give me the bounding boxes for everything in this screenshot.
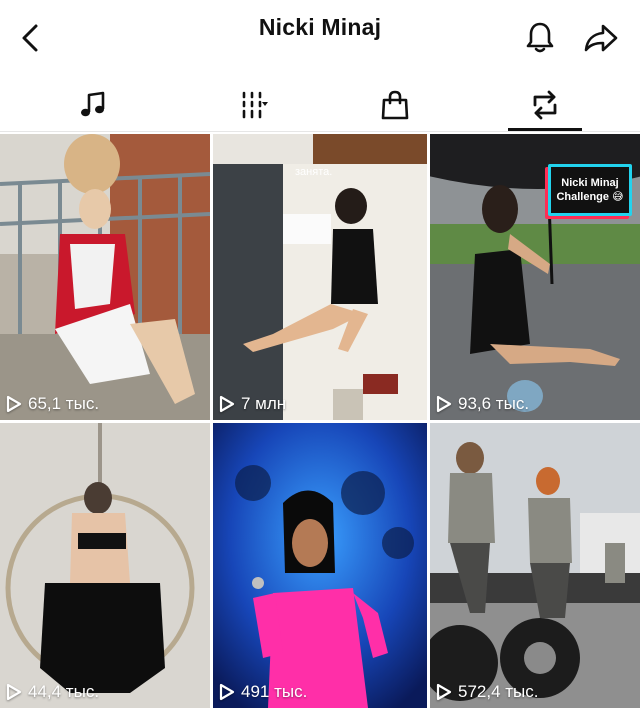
video-thumbnail xyxy=(0,423,210,708)
shopping-bag-icon xyxy=(381,90,409,120)
video-tile[interactable]: занята. 7 млн xyxy=(213,134,427,420)
tab-music[interactable] xyxy=(48,78,138,132)
video-tile[interactable]: 491 тыс. xyxy=(213,423,427,708)
challenge-sticker: Nicki Minaj Challenge 😅 xyxy=(548,164,632,216)
view-count-label: 7 млн xyxy=(241,394,287,413)
video-thumbnail xyxy=(0,134,210,420)
play-icon xyxy=(219,395,235,413)
video-caption: занята. xyxy=(295,166,333,178)
view-count-label: 65,1 тыс. xyxy=(28,394,100,413)
tab-shop[interactable] xyxy=(350,78,440,132)
video-thumbnail xyxy=(213,423,427,708)
view-count-label: 572,4 тыс. xyxy=(458,682,539,701)
profile-tabs xyxy=(0,78,640,132)
active-tab-indicator xyxy=(508,128,582,131)
video-thumbnail xyxy=(430,423,640,708)
view-count-label: 44,4 тыс. xyxy=(28,682,100,701)
view-count: 93,6 тыс. xyxy=(436,394,529,414)
repost-icon xyxy=(533,90,557,120)
play-icon xyxy=(6,683,22,701)
play-icon xyxy=(219,683,235,701)
video-tile[interactable]: 572,4 тыс. xyxy=(430,423,640,708)
play-icon xyxy=(6,395,22,413)
playlists-dropdown-icon xyxy=(242,91,268,119)
view-count: 65,1 тыс. xyxy=(6,394,99,414)
view-count: 572,4 тыс. xyxy=(436,682,539,702)
music-note-icon xyxy=(81,91,105,117)
video-grid: 65,1 тыс. занята. 7 млн Nicki Minaj Chal… xyxy=(0,134,640,708)
video-tile[interactable]: 44,4 тыс. xyxy=(0,423,210,708)
view-count-label: 93,6 тыс. xyxy=(458,394,530,413)
tab-playlists[interactable] xyxy=(200,78,290,132)
share-arrow-icon xyxy=(584,24,618,52)
notifications-button[interactable] xyxy=(520,18,560,58)
tab-reposts[interactable] xyxy=(500,78,590,132)
share-button[interactable] xyxy=(580,18,622,58)
view-count: 7 млн xyxy=(219,394,286,414)
top-bar: Nicki Minaj xyxy=(0,0,640,78)
view-count-label: 491 тыс. xyxy=(241,682,308,701)
bell-icon xyxy=(526,22,554,53)
view-count: 491 тыс. xyxy=(219,682,307,702)
video-tile[interactable]: 65,1 тыс. xyxy=(0,134,210,420)
play-icon xyxy=(436,683,452,701)
video-tile[interactable]: Nicki Minaj Challenge 😅 93,6 тыс. xyxy=(430,134,640,420)
view-count: 44,4 тыс. xyxy=(6,682,99,702)
play-icon xyxy=(436,395,452,413)
